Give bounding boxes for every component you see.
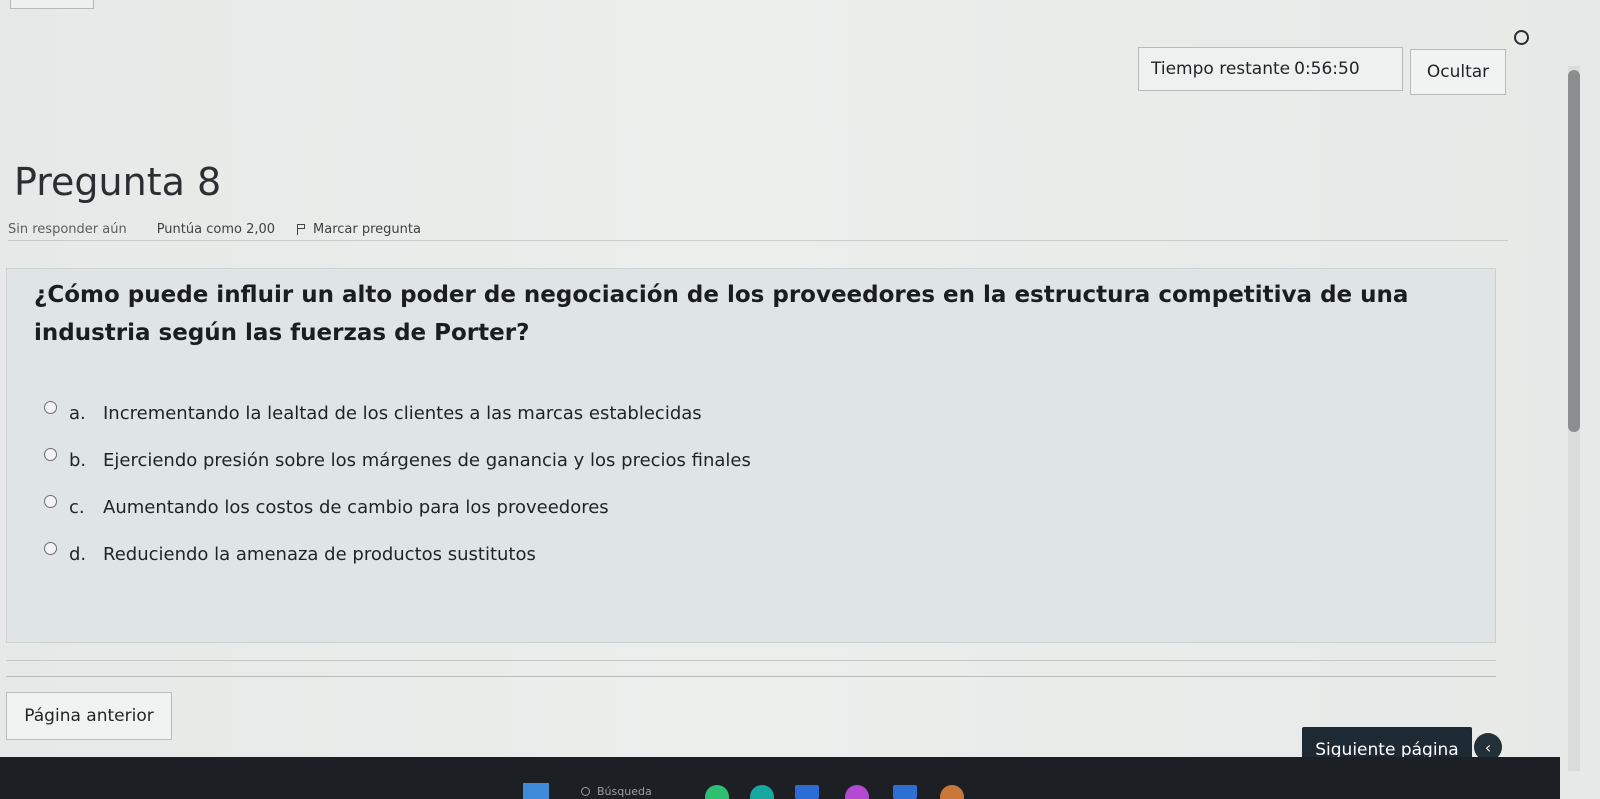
flag-question-label: Marcar pregunta [313, 221, 421, 237]
search-icon [581, 787, 590, 796]
option-text: Aumentando los costos de cambio para los… [103, 496, 609, 518]
flag-question-link[interactable]: Marcar pregunta [297, 222, 421, 237]
taskbar-search-label: Búsqueda [597, 785, 652, 798]
taskbar-search[interactable]: Búsqueda [581, 784, 691, 799]
question-status: Sin responder aún [8, 221, 127, 237]
radio-button[interactable] [44, 541, 57, 555]
hide-timer-button[interactable]: Ocultar [1410, 49, 1506, 95]
option-letter: a. [69, 402, 86, 424]
radio-button[interactable] [44, 400, 57, 414]
page-title: Pregunta 8 [14, 160, 222, 204]
radio-button[interactable] [44, 447, 57, 461]
question-info-row: Sin responder aún Puntúa como 2,00 Marca… [8, 218, 1508, 241]
taskbar-app-icon[interactable] [893, 785, 917, 799]
timer-label: Tiempo restante [1151, 59, 1291, 79]
option-letter: d. [69, 543, 87, 565]
divider [6, 676, 1496, 677]
option-text: Reduciendo la amenaza de productos susti… [103, 543, 536, 565]
answer-option-a[interactable]: a. Incrementando la lealtad de los clien… [44, 400, 702, 426]
taskbar-app-icon[interactable] [795, 785, 819, 799]
option-letter: c. [69, 496, 85, 518]
chat-icon[interactable] [1514, 30, 1529, 45]
scrollbar-thumb[interactable] [1568, 70, 1580, 432]
answer-option-b[interactable]: b. Ejerciendo presión sobre los márgenes… [44, 447, 751, 473]
divider [6, 660, 1496, 661]
option-letter: b. [69, 449, 87, 471]
windows-start-icon[interactable] [523, 783, 549, 799]
option-text: Ejerciendo presión sobre los márgenes de… [103, 449, 751, 471]
timer-value: 0:56:50 [1294, 59, 1360, 79]
timer-box: Tiempo restante 0:56:50 [1138, 47, 1403, 91]
radio-button[interactable] [44, 494, 57, 508]
top-panel-edge [10, 0, 94, 9]
previous-page-button[interactable]: Página anterior [6, 692, 172, 740]
option-text: Incrementando la lealtad de los clientes… [103, 402, 702, 424]
question-text: ¿Cómo puede influir un alto poder de neg… [34, 282, 1409, 346]
answer-option-d[interactable]: d. Reduciendo la amenaza de productos su… [44, 541, 536, 567]
question-score: Puntúa como 2,00 [156, 221, 276, 237]
flag-icon [297, 223, 307, 235]
answer-option-c[interactable]: c. Aumentando los costos de cambio para … [44, 494, 609, 520]
taskbar [0, 757, 1560, 799]
